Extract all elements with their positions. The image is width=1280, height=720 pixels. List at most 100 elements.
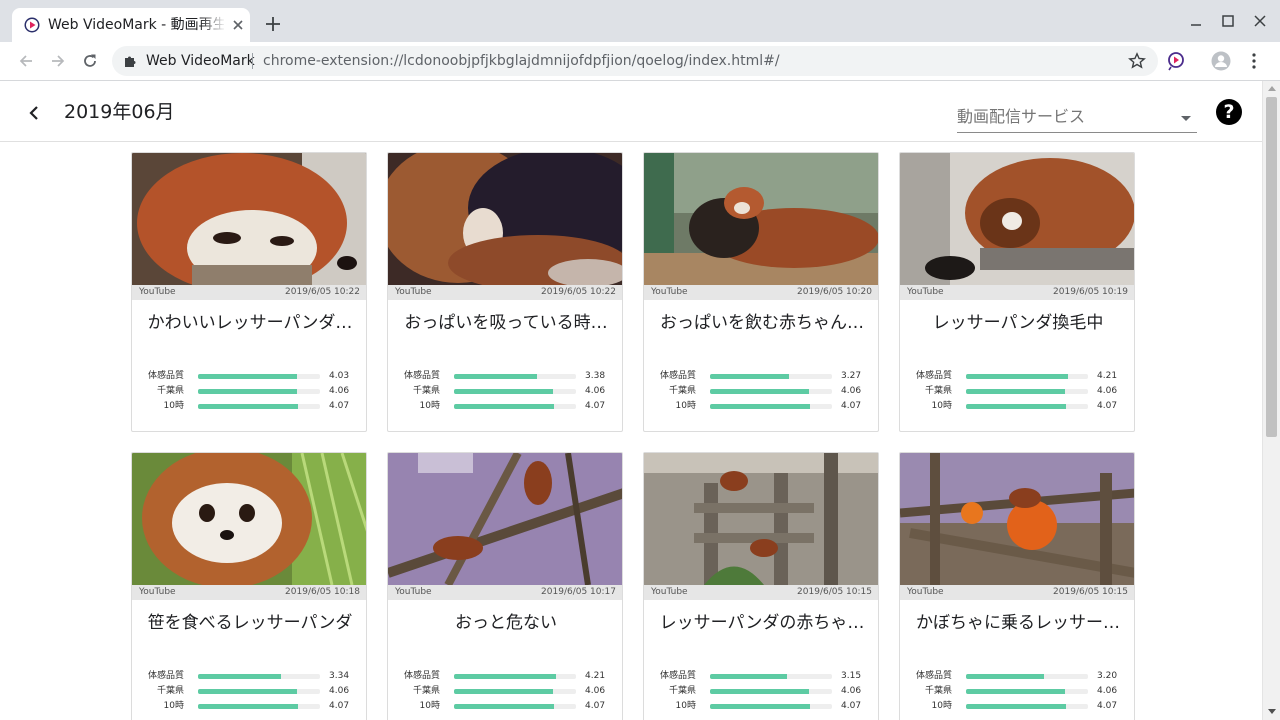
stat-bar-fill bbox=[198, 374, 297, 379]
stat-row-hour: 10時 4.07 bbox=[142, 699, 358, 714]
scrollbar-thumb[interactable] bbox=[1266, 97, 1277, 437]
profile-avatar-icon[interactable] bbox=[1211, 51, 1231, 71]
video-title: おっぱいを飲む赤ちゃん… bbox=[660, 313, 864, 333]
window-maximize-icon[interactable] bbox=[1218, 11, 1238, 31]
stat-value: 4.06 bbox=[1097, 386, 1118, 396]
stat-label: 10時 bbox=[419, 401, 440, 411]
tab-close-icon[interactable] bbox=[230, 17, 246, 33]
browser-tab[interactable]: Web VideoMark - 動画再生 bbox=[12, 8, 250, 42]
video-meta-bar: YouTube 2019/6/05 10:22 bbox=[132, 285, 366, 300]
stat-row-quality: 体感品質 3.27 bbox=[654, 369, 870, 384]
video-card[interactable]: YouTube 2019/6/05 10:17 おっと危ない 体感品質 4.21 … bbox=[387, 452, 623, 720]
stat-row-hour: 10時 4.07 bbox=[398, 399, 614, 414]
forward-arrow-icon[interactable] bbox=[48, 51, 68, 71]
red-panda-thumbnail-image bbox=[644, 453, 878, 585]
scroll-down-arrow-icon[interactable] bbox=[1268, 709, 1276, 714]
stat-row-hour: 10時 4.07 bbox=[654, 699, 870, 714]
address-bar[interactable]: Web VideoMark chrome-extension://lcdonoo… bbox=[112, 46, 1158, 76]
stat-label: 10時 bbox=[419, 701, 440, 711]
stat-value: 4.06 bbox=[329, 686, 350, 696]
vertical-scrollbar[interactable] bbox=[1262, 81, 1280, 720]
video-card[interactable]: YouTube 2019/6/05 10:22 かわいいレッサーパンダ… 体感品… bbox=[131, 152, 367, 432]
stat-row-hour: 10時 4.07 bbox=[910, 699, 1126, 714]
video-meta-bar: YouTube 2019/6/05 10:20 bbox=[644, 285, 878, 300]
stat-row-region: 千葉県 4.06 bbox=[910, 684, 1126, 699]
video-thumbnail[interactable] bbox=[900, 453, 1134, 585]
video-card[interactable]: YouTube 2019/6/05 10:19 レッサーパンダ換毛中 体感品質 4… bbox=[899, 152, 1135, 432]
stat-bar bbox=[710, 689, 832, 694]
stat-label: 千葉県 bbox=[924, 386, 952, 396]
stat-bar bbox=[198, 674, 320, 679]
stat-row-quality: 体感品質 3.34 bbox=[142, 669, 358, 684]
video-stats: 体感品質 4.21 千葉県 4.06 10時 4.07 bbox=[398, 669, 614, 714]
stat-bar-fill bbox=[454, 689, 553, 694]
video-stats: 体感品質 3.20 千葉県 4.06 10時 4.07 bbox=[910, 669, 1126, 714]
stat-label: 10時 bbox=[931, 701, 952, 711]
stat-label: 千葉県 bbox=[412, 686, 440, 696]
video-service: YouTube bbox=[651, 287, 688, 297]
service-dropdown[interactable]: 動画配信サービス bbox=[957, 105, 1197, 133]
video-stats: 体感品質 4.21 千葉県 4.06 10時 4.07 bbox=[910, 369, 1126, 414]
stat-bar bbox=[198, 704, 320, 709]
stat-label: 千葉県 bbox=[668, 686, 696, 696]
stat-value: 4.06 bbox=[841, 686, 862, 696]
reload-icon[interactable] bbox=[80, 51, 100, 71]
stat-bar bbox=[966, 374, 1088, 379]
bookmark-star-icon[interactable] bbox=[1128, 52, 1146, 70]
stat-value: 3.38 bbox=[585, 371, 606, 381]
stat-bar bbox=[454, 704, 576, 709]
window-minimize-icon[interactable] bbox=[1186, 11, 1206, 31]
video-thumbnail[interactable] bbox=[644, 453, 878, 585]
back-arrow-icon[interactable] bbox=[16, 51, 36, 71]
video-card[interactable]: YouTube 2019/6/05 10:20 おっぱいを飲む赤ちゃん… 体感品… bbox=[643, 152, 879, 432]
video-thumbnail[interactable] bbox=[388, 153, 622, 285]
videomark-favicon-icon bbox=[24, 17, 40, 33]
video-card[interactable]: YouTube 2019/6/05 10:18 笹を食べるレッサーパンダ 体感品… bbox=[131, 452, 367, 720]
kebab-menu-icon[interactable] bbox=[1246, 51, 1262, 71]
video-stats: 体感品質 3.15 千葉県 4.06 10時 4.07 bbox=[654, 669, 870, 714]
red-panda-thumbnail-image bbox=[132, 153, 366, 285]
video-service: YouTube bbox=[395, 587, 432, 597]
stat-row-region: 千葉県 4.06 bbox=[142, 684, 358, 699]
red-panda-thumbnail-image bbox=[900, 153, 1134, 285]
video-service: YouTube bbox=[907, 587, 944, 597]
chevron-left-icon[interactable] bbox=[22, 101, 46, 125]
stat-bar bbox=[454, 404, 576, 409]
address-site-name: Web VideoMark bbox=[146, 53, 255, 69]
address-separator bbox=[252, 53, 253, 69]
stat-row-quality: 体感品質 3.20 bbox=[910, 669, 1126, 684]
video-service: YouTube bbox=[395, 287, 432, 297]
stat-bar bbox=[710, 404, 832, 409]
video-thumbnail[interactable] bbox=[388, 453, 622, 585]
stat-bar bbox=[454, 689, 576, 694]
stat-bar bbox=[966, 704, 1088, 709]
video-thumbnail[interactable] bbox=[132, 453, 366, 585]
videomark-extension-icon[interactable] bbox=[1166, 51, 1186, 71]
video-card[interactable]: YouTube 2019/6/05 10:15 かぼちゃに乗るレッサー… 体感品… bbox=[899, 452, 1135, 720]
stat-bar-fill bbox=[454, 374, 537, 379]
video-card[interactable]: YouTube 2019/6/05 10:22 おっぱいを吸っている時… 体感品… bbox=[387, 152, 623, 432]
video-thumbnail[interactable] bbox=[132, 153, 366, 285]
stat-bar bbox=[710, 374, 832, 379]
video-date: 2019/6/05 10:19 bbox=[1053, 287, 1128, 297]
stat-label: 体感品質 bbox=[915, 371, 952, 381]
stat-bar bbox=[198, 689, 320, 694]
stat-bar bbox=[710, 389, 832, 394]
window-close-icon[interactable] bbox=[1250, 11, 1270, 31]
stat-bar-fill bbox=[710, 674, 787, 679]
video-card[interactable]: YouTube 2019/6/05 10:15 レッサーパンダの赤ちゃ… 体感品… bbox=[643, 452, 879, 720]
service-dropdown-label: 動画配信サービス bbox=[957, 107, 1086, 126]
stat-bar-fill bbox=[710, 404, 811, 409]
address-url[interactable]: chrome-extension://lcdonoobjpfjkbglajdmn… bbox=[263, 52, 780, 70]
new-tab-plus-icon[interactable] bbox=[262, 13, 284, 35]
video-service: YouTube bbox=[907, 287, 944, 297]
stat-value: 4.06 bbox=[329, 386, 350, 396]
stat-bar-fill bbox=[454, 704, 555, 709]
help-icon[interactable]: ? bbox=[1216, 99, 1242, 125]
scroll-up-arrow-icon[interactable] bbox=[1268, 86, 1276, 91]
video-thumbnail[interactable] bbox=[900, 153, 1134, 285]
stat-label: 10時 bbox=[931, 401, 952, 411]
video-thumbnail[interactable] bbox=[644, 153, 878, 285]
stat-row-hour: 10時 4.07 bbox=[654, 399, 870, 414]
stat-label: 千葉県 bbox=[668, 386, 696, 396]
